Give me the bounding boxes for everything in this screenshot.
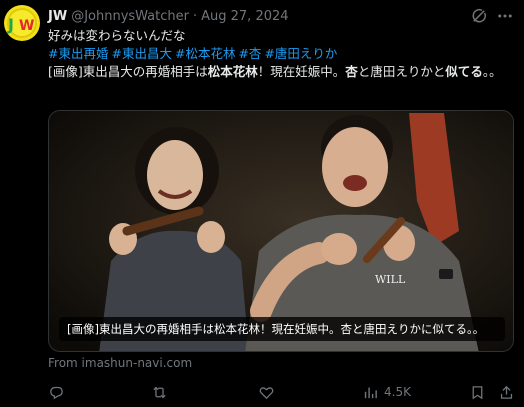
body-part-bold: 松本花林 [207, 64, 258, 79]
hashtag-link[interactable]: #東出昌大 [111, 46, 171, 61]
bookmark-button[interactable] [469, 382, 486, 402]
tweet-text-line1: 好みは変わらないんだな [48, 28, 186, 43]
body-part: 。。 [482, 64, 502, 79]
body-part: と唐田えりかと [357, 64, 446, 79]
hashtag-link[interactable]: #東出再婚 [48, 46, 108, 61]
reply-icon [50, 386, 63, 399]
tweet-body-text: [画像]東出昌大の再婚相手は松本花林！現在妊娠中。杏と唐田えりかと似てる。。 [48, 63, 510, 80]
action-bar: 4.5K [48, 382, 518, 402]
tweet-date[interactable]: Aug 27, 2024 [201, 9, 288, 24]
hashtag-link[interactable]: #松本花林 [175, 46, 235, 61]
retweet-icon [153, 386, 166, 398]
user-handle[interactable]: @JohnnysWatcher [71, 9, 189, 24]
display-name[interactable]: JW [48, 9, 67, 24]
body-part: [画像]東出昌大の再婚相手は [48, 64, 208, 79]
body-part-bold: 似てる [445, 64, 483, 79]
retweet-button[interactable] [151, 382, 168, 402]
views-button[interactable]: 4.5K [362, 382, 411, 402]
link-source[interactable]: From imashun-navi.com [48, 356, 192, 370]
tweet-header: JW @JohnnysWatcher · Aug 27, 2024 [48, 7, 289, 25]
shirt-text: WILL [375, 273, 406, 286]
separator-dot: · [192, 8, 198, 24]
hashtag-link[interactable]: #杏 [238, 46, 261, 61]
grok-icon[interactable] [470, 7, 488, 25]
photo: WILL [49, 111, 513, 351]
media-card[interactable]: WILL [画像]東出昌大の再婚相手は松本花林！現在妊娠中。杏と唐田えりかに似て… [48, 110, 514, 352]
share-icon [500, 385, 513, 399]
more-icon[interactable] [496, 7, 514, 25]
body-part: ！現在妊娠中。 [257, 64, 346, 79]
media-caption: [画像]東出昌大の再婚相手は松本花林！現在妊娠中。杏と唐田えりかに似てる。。 [59, 317, 505, 341]
body-part-bold: 杏 [345, 64, 358, 79]
hashtag-link[interactable]: #唐田えりか [264, 46, 337, 61]
views-icon [364, 387, 377, 398]
like-button[interactable] [258, 382, 275, 402]
hashtag-list: #東出再婚 #東出昌大 #松本花林 #杏 #唐田えりか [48, 45, 518, 62]
share-button[interactable] [498, 382, 515, 402]
like-icon [259, 386, 274, 399]
avatar[interactable]: J W [4, 5, 40, 41]
avatar-letter-j: J [8, 15, 14, 34]
views-count: 4.5K [384, 385, 411, 399]
reply-button[interactable] [48, 382, 65, 402]
avatar-letter-w: W [19, 18, 35, 34]
bookmark-icon [472, 385, 483, 399]
